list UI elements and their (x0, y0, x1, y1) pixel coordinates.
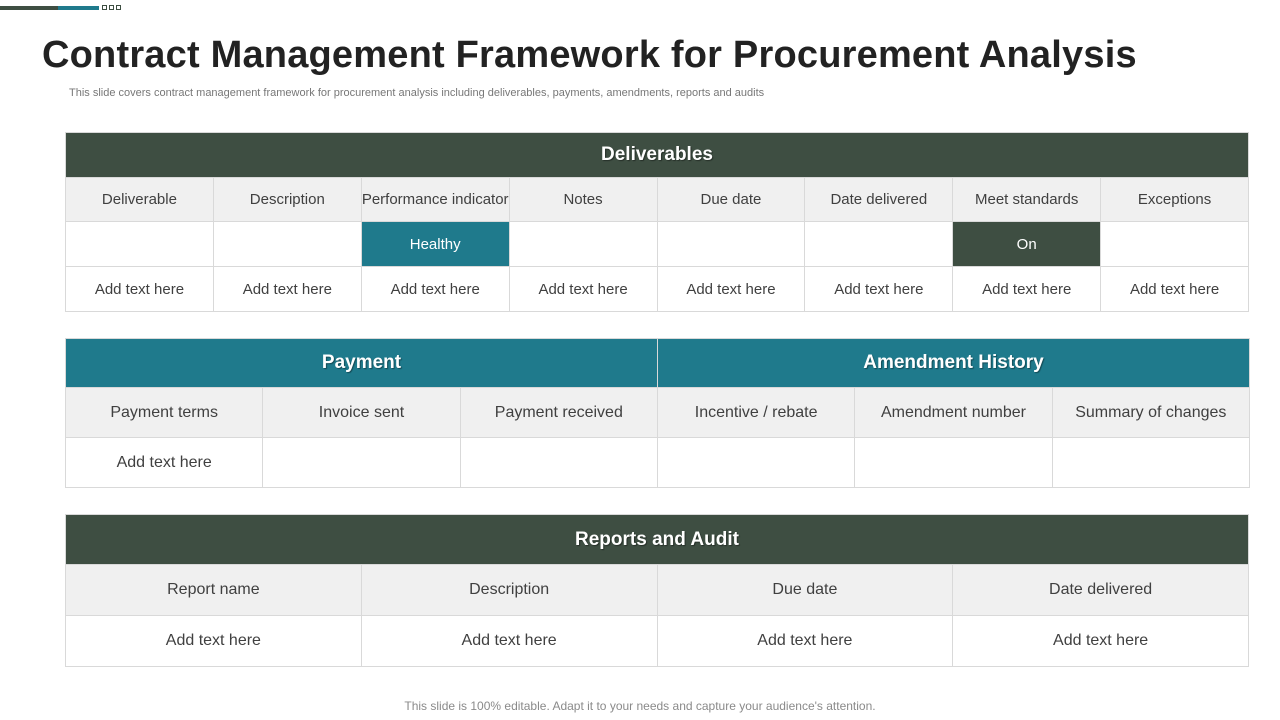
table-cell[interactable] (656, 221, 806, 267)
table-cell[interactable] (508, 221, 658, 267)
column-header: Incentive / rebate (656, 387, 856, 438)
column-header: Meet standards (952, 177, 1102, 222)
table-cell[interactable]: Add text here (1100, 266, 1249, 312)
table-cell[interactable]: Add text here (360, 615, 658, 667)
table-cell[interactable] (1100, 221, 1249, 267)
table-cell[interactable]: Add text here (64, 437, 264, 488)
table-row: Add text here Add text here Add text her… (65, 615, 1249, 667)
payment-heading: Payment (65, 338, 658, 388)
column-header: Exceptions (1100, 177, 1249, 222)
column-header: Payment received (459, 387, 658, 438)
table-cell[interactable]: Add text here (65, 266, 214, 312)
table-cell[interactable]: Add text here (804, 266, 954, 312)
table-row: Healthy On (65, 221, 1249, 267)
column-header: Due date (656, 564, 954, 616)
accent-bar-dark (0, 6, 58, 10)
table-cell[interactable]: Add text here (656, 615, 954, 667)
table-cell[interactable] (212, 221, 362, 267)
table-cell[interactable]: Add text here (952, 615, 1249, 667)
reports-heading: Reports and Audit (65, 514, 1249, 565)
column-header: Description (212, 177, 362, 222)
reports-audit-table: Reports and Audit Report name Descriptio… (65, 514, 1249, 667)
column-header: Amendment number (854, 387, 1053, 438)
column-header: Performance indicator (360, 177, 510, 222)
status-badge-on[interactable]: On (952, 221, 1102, 267)
table-cell[interactable]: Add text here (656, 266, 806, 312)
column-header: Deliverable (65, 177, 214, 222)
column-header: Payment terms (64, 387, 264, 438)
table-row: Add text here Add text here Add text her… (65, 266, 1249, 312)
table-cell[interactable] (656, 437, 856, 488)
column-header: Date delivered (804, 177, 954, 222)
column-header: Summary of changes (1051, 387, 1251, 438)
column-header: Report name (65, 564, 362, 616)
deliverables-header-row: Deliverable Description Performance indi… (65, 177, 1249, 222)
table-cell[interactable] (459, 437, 658, 488)
column-header: Description (360, 564, 658, 616)
table-cell[interactable] (1051, 437, 1251, 488)
deliverables-heading: Deliverables (65, 132, 1249, 178)
reports-header-row: Report name Description Due date Date de… (65, 564, 1249, 616)
table-cell[interactable]: Add text here (508, 266, 658, 312)
table-cell[interactable] (804, 221, 954, 267)
payment-amendment-table: Payment Amendment History Payment terms … (64, 338, 1251, 488)
column-header: Due date (656, 177, 806, 222)
table-cell[interactable] (262, 437, 461, 488)
table-cell[interactable]: Add text here (952, 266, 1102, 312)
table-cell[interactable] (854, 437, 1053, 488)
table-row: Add text here (64, 437, 1251, 488)
table-cell[interactable]: Add text here (65, 615, 362, 667)
amendment-heading: Amendment History (656, 338, 1251, 388)
table-cell[interactable] (65, 221, 214, 267)
status-badge-healthy[interactable]: Healthy (360, 221, 510, 267)
table-cell[interactable]: Add text here (360, 266, 510, 312)
column-header: Invoice sent (262, 387, 461, 438)
column-header: Notes (508, 177, 658, 222)
footer-note: This slide is 100% editable. Adapt it to… (404, 699, 876, 713)
page-subtitle: This slide covers contract management fr… (69, 87, 765, 99)
accent-bar-teal (58, 6, 99, 10)
deliverables-table: Deliverables Deliverable Description Per… (65, 132, 1249, 312)
column-header: Date delivered (952, 564, 1249, 616)
accent-squares (102, 5, 121, 10)
page-title: Contract Management Framework for Procur… (42, 34, 1137, 76)
payment-amendment-header-row: Payment terms Invoice sent Payment recei… (64, 387, 1251, 438)
table-cell[interactable]: Add text here (212, 266, 362, 312)
